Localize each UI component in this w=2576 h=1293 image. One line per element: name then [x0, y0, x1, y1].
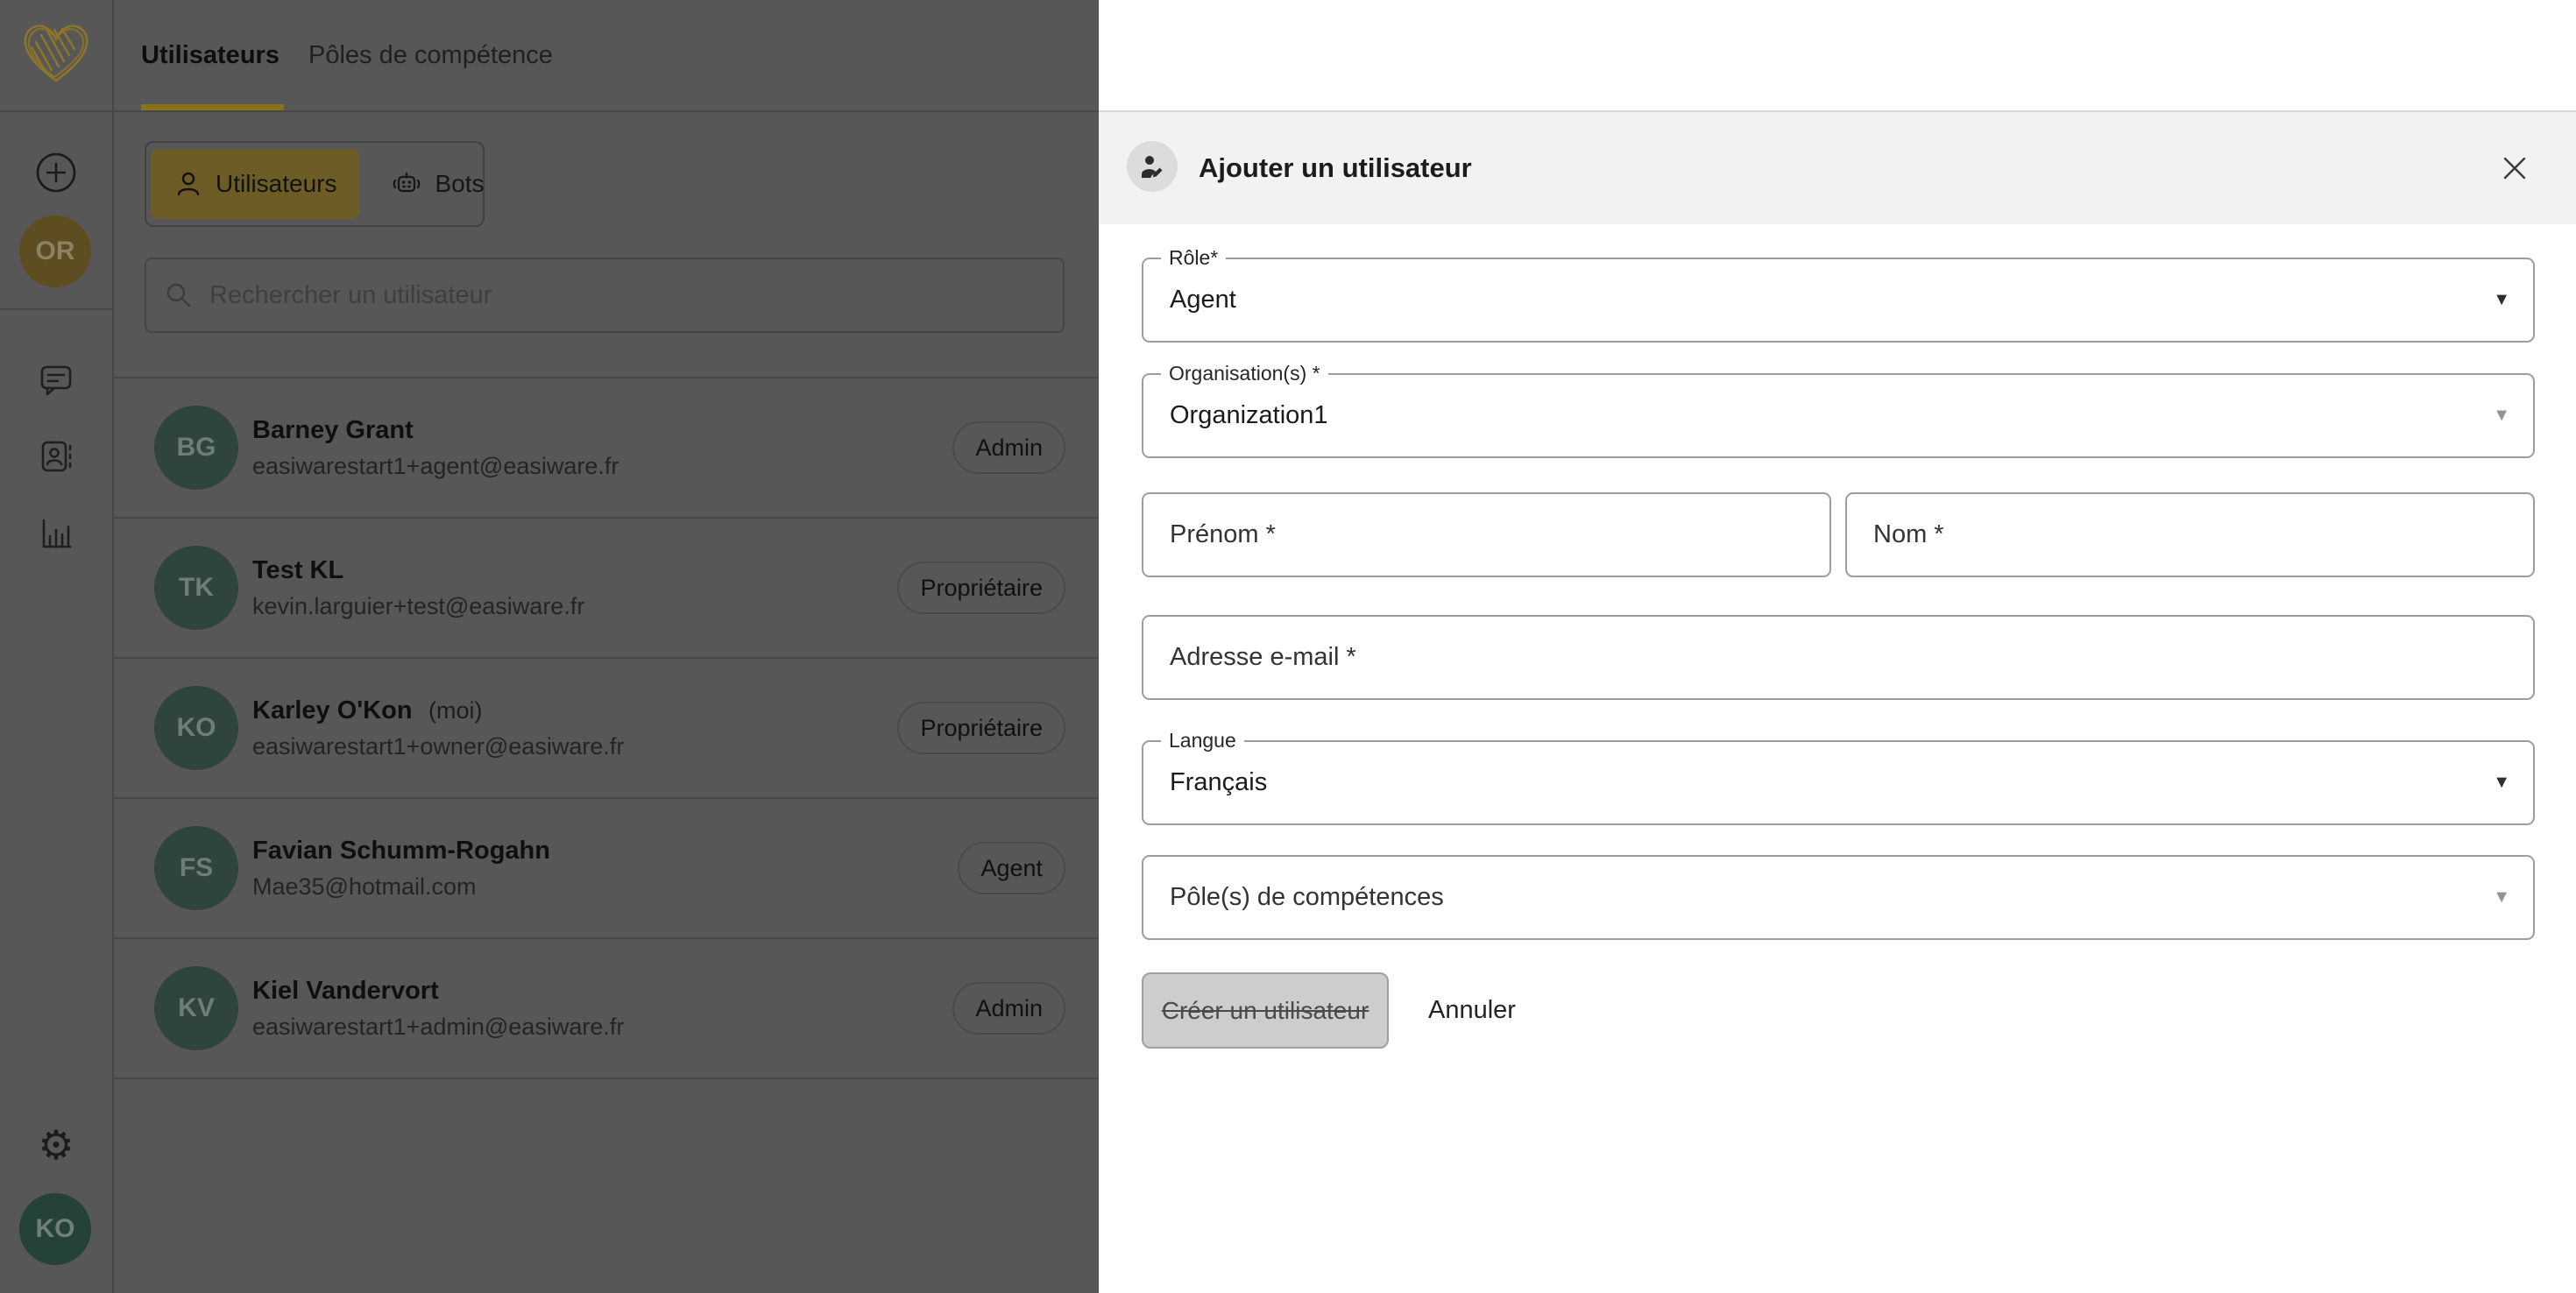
user-email: kevin.larguier+test@easiware.fr — [252, 593, 584, 620]
close-button[interactable] — [2498, 152, 2531, 185]
chevron-down-icon: ▼ — [2493, 375, 2510, 456]
user-row[interactable]: KO Karley O'Kon (moi) easiwarestart1+own… — [114, 659, 1099, 799]
user-row[interactable]: KV Kiel Vandervort easiwarestart1+admin@… — [114, 939, 1099, 1079]
sidebar: OR — [0, 0, 114, 1293]
search-input[interactable] — [208, 280, 1045, 311]
sidebar-item-conversations[interactable] — [0, 357, 112, 401]
tab-label: Pôles de compétence — [308, 41, 553, 70]
avatar: FS — [154, 826, 238, 910]
sidebar-item-contacts[interactable] — [0, 435, 112, 478]
toggle-label: Utilisateurs — [216, 170, 336, 198]
contact-card-icon — [35, 435, 77, 477]
role-select[interactable]: Rôle* Agent ▼ — [1142, 258, 2535, 343]
drawer-title: Ajouter un utilisateur — [1199, 112, 1472, 224]
avatar: TK — [154, 546, 238, 630]
avatar: BG — [154, 406, 238, 490]
heart-scribble-icon — [17, 16, 96, 86]
tab-poles-de-competence[interactable]: Pôles de compétence — [308, 0, 553, 110]
user-info: Test KL kevin.larguier+test@easiware.fr — [252, 556, 584, 620]
user-info: Kiel Vandervort easiwarestart1+admin@eas… — [252, 977, 624, 1041]
user-name: Karley O'Kon — [252, 696, 413, 724]
user-name: Favian Schumm-Rogahn — [252, 837, 550, 865]
users-page: Utilisateurs Pôles de compétence — [0, 0, 1099, 1293]
app: Utilisateurs Pôles de compétence — [0, 0, 2576, 1293]
top-navigation: Utilisateurs Pôles de compétence — [0, 0, 1099, 112]
role-badge: Propriétaire — [897, 562, 1065, 614]
drawer-header: Ajouter un utilisateur — [1099, 110, 2576, 224]
user-name: Test KL — [252, 556, 343, 584]
user-email: easiwarestart1+owner@easiware.fr — [252, 733, 624, 760]
user-email: Mae35@hotmail.com — [252, 873, 550, 901]
current-user-avatar[interactable]: KO — [19, 1193, 91, 1265]
gear-icon: ⚙ — [38, 1125, 74, 1165]
user-name-suffix: (moi) — [428, 697, 483, 724]
organisation-value: Organization1 — [1170, 375, 1328, 456]
drawer-header-avatar — [1127, 141, 1178, 192]
user-info: Barney Grant easiwarestart1+agent@easiwa… — [252, 416, 619, 480]
toggle-label: Bots — [435, 170, 484, 198]
language-value: Français — [1170, 742, 1267, 823]
robot-icon — [391, 169, 422, 199]
avatar: KV — [154, 966, 238, 1050]
toggle-bots[interactable]: Bots — [368, 149, 506, 219]
organization-avatar[interactable]: OR — [19, 216, 91, 287]
person-edit-icon — [1138, 152, 1166, 180]
tab-label: Utilisateurs — [141, 41, 280, 70]
plus-circle-icon — [34, 151, 78, 194]
user-row[interactable]: TK Test KL kevin.larguier+test@easiware.… — [114, 519, 1099, 659]
close-icon — [2498, 152, 2531, 185]
chevron-down-icon: ▼ — [2493, 259, 2510, 341]
user-name: Barney Grant — [252, 416, 414, 444]
user-row[interactable]: FS Favian Schumm-Rogahn Mae35@hotmail.co… — [114, 799, 1099, 939]
user-search — [145, 258, 1065, 333]
settings-button[interactable]: ⚙ — [0, 1123, 112, 1167]
user-info: Karley O'Kon (moi) easiwarestart1+owner@… — [252, 696, 624, 760]
firstname-field[interactable]: Prénom * — [1142, 492, 1831, 577]
chat-bubble-icon — [35, 358, 77, 400]
email-field[interactable]: Adresse e-mail * — [1142, 615, 2535, 700]
poles-select[interactable]: Pôle(s) de compétences ▼ — [1142, 855, 2535, 940]
sidebar-item-statistics[interactable] — [0, 512, 112, 555]
user-email: easiwarestart1+admin@easiware.fr — [252, 1014, 624, 1041]
user-row[interactable]: BG Barney Grant easiwarestart1+agent@eas… — [114, 378, 1099, 519]
email-label: Adresse e-mail * — [1170, 617, 1356, 698]
create-user-button[interactable]: Créer un utilisateur — [1142, 972, 1389, 1049]
add-user-drawer: Ajouter un utilisateur Rôle* Agent ▼ Org… — [1099, 0, 2576, 1293]
user-type-toggle: Utilisateurs — [145, 141, 485, 227]
bar-chart-icon — [35, 512, 77, 555]
toggle-utilisateurs[interactable]: Utilisateurs — [151, 149, 359, 219]
tab-utilisateurs[interactable]: Utilisateurs — [141, 0, 280, 110]
role-value: Agent — [1170, 259, 1236, 341]
search-icon — [164, 280, 194, 310]
user-info: Favian Schumm-Rogahn Mae35@hotmail.com — [252, 837, 550, 901]
role-badge: Propriétaire — [897, 702, 1065, 754]
role-badge: Admin — [952, 982, 1065, 1035]
firstname-label: Prénom * — [1170, 494, 1276, 576]
person-icon — [173, 169, 203, 199]
cancel-button[interactable]: Annuler — [1419, 972, 1525, 1049]
chevron-down-icon: ▼ — [2493, 742, 2510, 823]
active-tab-indicator — [141, 104, 284, 110]
avatar: KO — [154, 686, 238, 770]
poles-label: Pôle(s) de compétences — [1170, 857, 1444, 938]
users-panel: Utilisateurs — [114, 112, 1099, 1293]
brand-logo — [0, 16, 112, 86]
role-badge: Admin — [952, 421, 1065, 474]
lastname-label: Nom * — [1873, 494, 1944, 576]
sidebar-divider — [0, 308, 112, 310]
user-name: Kiel Vandervort — [252, 977, 439, 1005]
language-select[interactable]: Langue Français ▼ — [1142, 740, 2535, 825]
add-button[interactable] — [0, 151, 112, 194]
user-email: easiwarestart1+agent@easiware.fr — [252, 453, 619, 480]
organization-avatar-initials: OR — [36, 237, 75, 266]
lastname-field[interactable]: Nom * — [1845, 492, 2535, 577]
chevron-down-icon: ▼ — [2493, 857, 2510, 938]
organisation-select[interactable]: Organisation(s) * Organization1 ▼ — [1142, 373, 2535, 458]
user-list: BG Barney Grant easiwarestart1+agent@eas… — [114, 377, 1099, 1079]
role-badge: Agent — [958, 842, 1065, 894]
current-user-avatar-initials: KO — [36, 1214, 75, 1244]
